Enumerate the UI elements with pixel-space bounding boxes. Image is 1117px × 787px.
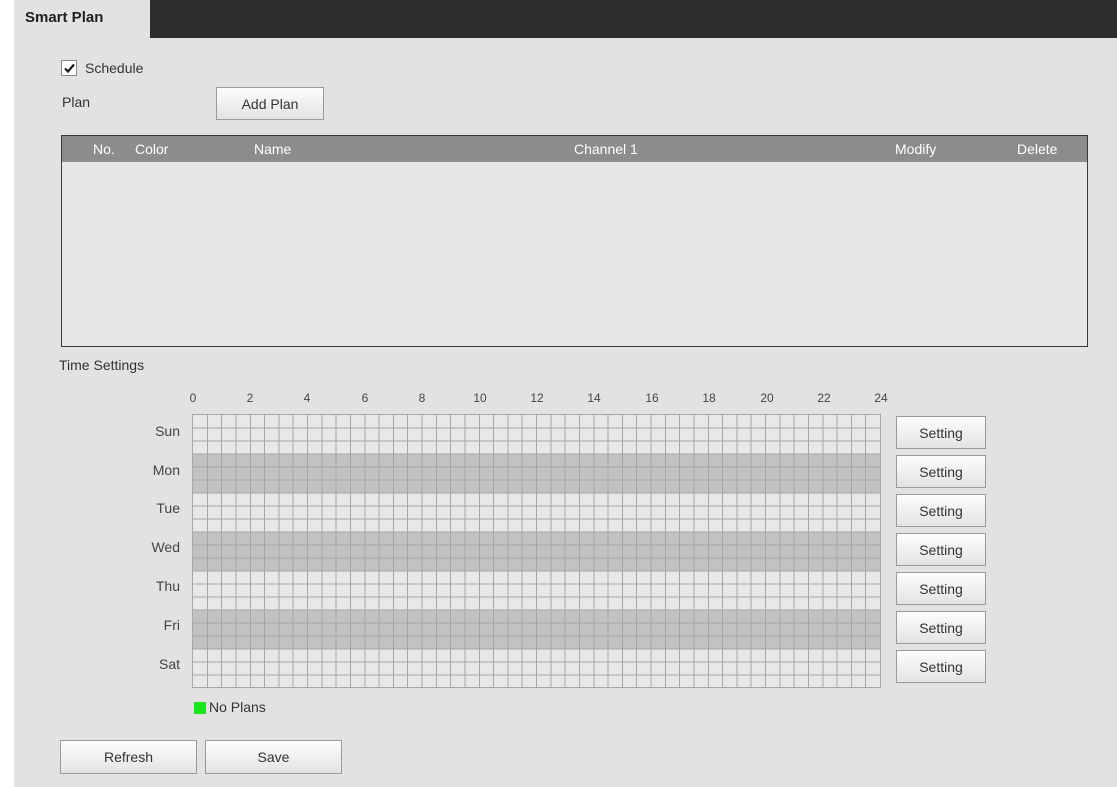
save-button[interactable]: Save: [205, 740, 342, 774]
day-label-sun: Sun: [155, 423, 180, 439]
plan-table: No. Color Name Channel 1 Modify Delete: [61, 135, 1088, 347]
day-label-sat: Sat: [158, 656, 180, 672]
hour-label: 2: [246, 391, 254, 405]
no-plans-color-swatch: [194, 702, 206, 714]
day-label-mon: Mon: [152, 462, 180, 478]
hour-label: 0: [189, 391, 197, 405]
hour-label: 14: [587, 391, 601, 405]
hour-label: 12: [530, 391, 544, 405]
hour-label: 18: [702, 391, 716, 405]
hour-label: 8: [418, 391, 426, 405]
hour-label: 10: [473, 391, 487, 405]
add-plan-button[interactable]: Add Plan: [216, 87, 324, 120]
column-header-channel-1: Channel 1: [574, 141, 638, 157]
time-settings-title: Time Settings: [59, 357, 145, 373]
plan-table-header: No. Color Name Channel 1 Modify Delete: [62, 136, 1087, 162]
day-label-tue: Tue: [156, 500, 180, 516]
column-header-color: Color: [135, 141, 169, 157]
setting-button-wed[interactable]: Setting: [896, 533, 986, 566]
tab-strip: [14, 0, 1117, 38]
setting-button-tue[interactable]: Setting: [896, 494, 986, 527]
day-label-wed: Wed: [151, 539, 180, 555]
schedule-checkbox[interactable]: [61, 60, 77, 76]
plan-table-body: [62, 162, 1087, 346]
hour-label: 4: [303, 391, 311, 405]
refresh-button[interactable]: Refresh: [60, 740, 197, 774]
schedule-grid[interactable]: [192, 414, 881, 688]
setting-button-sun[interactable]: Setting: [896, 416, 986, 449]
setting-button-thu[interactable]: Setting: [896, 572, 986, 605]
setting-button-fri[interactable]: Setting: [896, 611, 986, 644]
day-label-thu: Thu: [155, 578, 180, 594]
hour-label: 24: [874, 391, 888, 405]
column-header-name: Name: [254, 141, 292, 157]
setting-button-mon[interactable]: Setting: [896, 455, 986, 488]
column-header-modify: Modify: [895, 141, 937, 157]
schedule-label: Schedule: [85, 60, 144, 76]
column-header-delete: Delete: [1017, 141, 1058, 157]
day-label-fri: Fri: [163, 617, 180, 633]
smart-plan-page: Smart Plan Schedule Plan Add Plan No. Co…: [14, 0, 1117, 787]
column-header-no: No.: [93, 141, 115, 157]
check-icon: [64, 63, 75, 74]
plan-label: Plan: [62, 94, 91, 110]
hour-label: 6: [361, 391, 369, 405]
schedule-gridlines: [193, 415, 880, 687]
hour-label: 16: [645, 391, 659, 405]
setting-button-sat[interactable]: Setting: [896, 650, 986, 683]
no-plans-label: No Plans: [209, 699, 266, 715]
hour-label: 20: [760, 391, 774, 405]
hour-label: 22: [817, 391, 831, 405]
tab-smart-plan[interactable]: Smart Plan: [14, 0, 150, 40]
